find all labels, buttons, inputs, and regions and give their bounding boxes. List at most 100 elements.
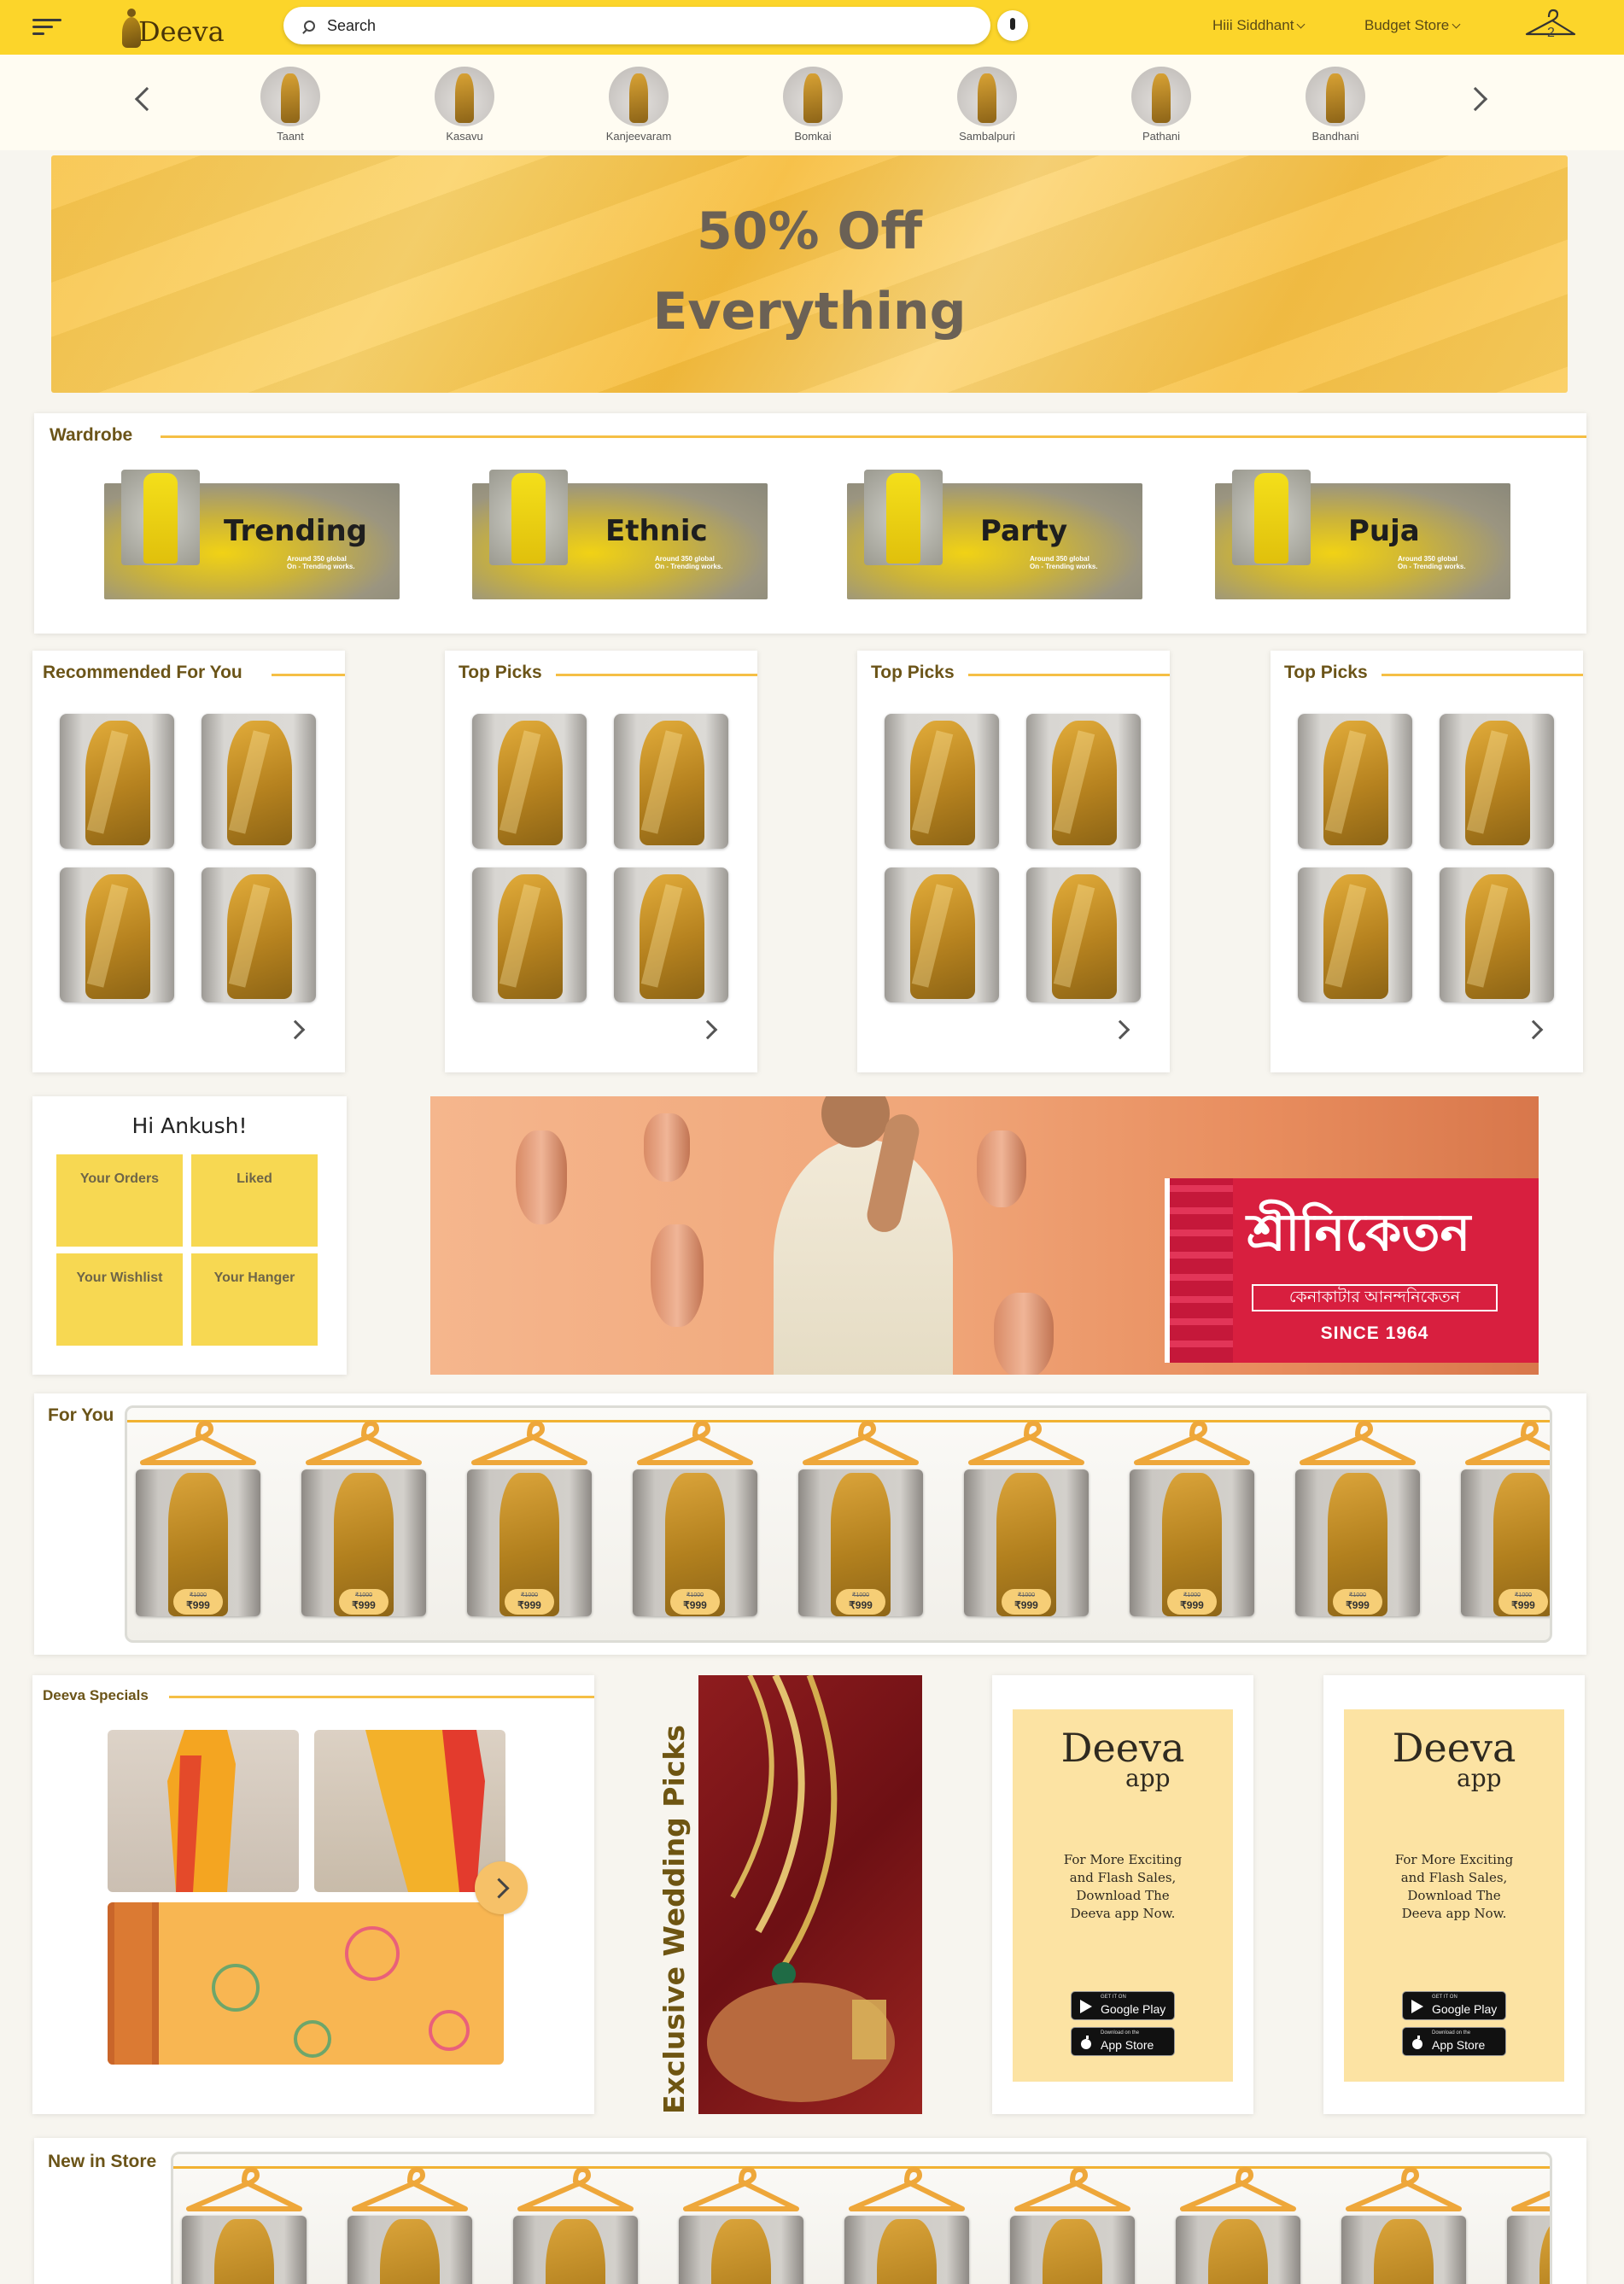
category-bomkai[interactable]: Bomkai bbox=[762, 67, 864, 143]
carousel-prev-icon[interactable] bbox=[134, 86, 160, 112]
google-play-button[interactable]: GET IT ON Google Play bbox=[1402, 1991, 1506, 2020]
chevron-down-icon bbox=[1452, 20, 1461, 29]
product-thumbnail[interactable] bbox=[1026, 867, 1141, 1002]
chevron-right-icon[interactable] bbox=[1523, 1019, 1544, 1040]
hanger-cart-button[interactable]: 2 bbox=[1523, 5, 1578, 48]
user-menu[interactable]: Hiii Siddhant bbox=[1212, 17, 1306, 34]
product-thumbnail[interactable] bbox=[1026, 714, 1141, 849]
wardrobe-caption: Around 350 global On - Trending works. bbox=[1030, 555, 1098, 570]
hanger-icon bbox=[1465, 1421, 1550, 1465]
google-play-icon bbox=[1411, 2000, 1423, 2013]
original-price: ₹1000 bbox=[1017, 1592, 1036, 1598]
top-bar: Deeva Hiii Siddhant Budget Store 2 bbox=[0, 0, 1624, 55]
product-thumbnail[interactable] bbox=[1298, 867, 1412, 1002]
chevron-right-icon[interactable] bbox=[1110, 1019, 1130, 1040]
wardrobe-label: Trending bbox=[224, 514, 368, 548]
special-product-image[interactable] bbox=[108, 1730, 299, 1892]
special-product-image[interactable] bbox=[314, 1730, 505, 1892]
price-tag: ₹1000 ₹999 bbox=[836, 1589, 885, 1615]
your-hanger-button[interactable]: Your Hanger bbox=[191, 1253, 318, 1346]
hero-subheadline: Everything bbox=[652, 282, 967, 342]
search-input[interactable] bbox=[327, 16, 925, 35]
category-label: Bomkai bbox=[794, 130, 832, 143]
carousel-next-icon[interactable] bbox=[1463, 86, 1488, 112]
top-picks-card: Top Picks bbox=[1271, 651, 1583, 1072]
sale-price: ₹999 bbox=[352, 1599, 376, 1611]
chevron-right-icon[interactable] bbox=[698, 1019, 718, 1040]
product-thumbnail[interactable] bbox=[1440, 714, 1554, 849]
product-thumbnail[interactable] bbox=[1440, 867, 1554, 1002]
wardrobe-model-image bbox=[1232, 470, 1311, 565]
app-store-button[interactable]: Download on the App Store bbox=[1071, 2027, 1175, 2056]
store-promo-banner[interactable]: শ্রীনিকেতন কেনাকাটার আনন্দনিকেতন SINCE 1… bbox=[430, 1096, 1539, 1375]
pot-illustration bbox=[651, 1224, 704, 1327]
wardrobe-puja[interactable]: Puja Around 350 global On - Trending work… bbox=[1215, 470, 1510, 599]
original-price: ₹1000 bbox=[189, 1592, 207, 1598]
product-thumbnail[interactable] bbox=[614, 714, 728, 849]
product-thumbnail bbox=[1507, 2216, 1550, 2284]
price-tag: ₹1000 ₹999 bbox=[505, 1589, 554, 1615]
category-pathani[interactable]: Pathani bbox=[1110, 67, 1212, 143]
wardrobe-label: Puja bbox=[1348, 514, 1420, 548]
product-thumbnail[interactable] bbox=[1298, 714, 1412, 849]
price-tag: ₹1000 ₹999 bbox=[173, 1589, 223, 1615]
special-product-image[interactable] bbox=[108, 1902, 504, 2065]
chevron-right-icon[interactable] bbox=[285, 1019, 306, 1040]
app-promo-card: Deeva app For More Exciting and Flash Sa… bbox=[992, 1675, 1253, 2114]
product-thumbnail bbox=[1341, 2216, 1466, 2284]
product-thumbnail[interactable] bbox=[472, 714, 587, 849]
specials-next-button[interactable] bbox=[475, 1861, 528, 1914]
brand-sign: শ্রীনিকেতন কেনাকাটার আনন্দনিকেতন SINCE 1… bbox=[1165, 1178, 1539, 1363]
app-title: Deeva bbox=[1392, 1725, 1516, 1771]
product-thumbnail[interactable] bbox=[614, 867, 728, 1002]
app-promo-card: Deeva app For More Exciting and Flash Sa… bbox=[1323, 1675, 1585, 2114]
category-sambalpuri[interactable]: Sambalpuri bbox=[936, 67, 1038, 143]
wardrobe-trending[interactable]: Trending Around 350 global On - Trending … bbox=[104, 470, 400, 599]
pot-illustration bbox=[994, 1293, 1054, 1375]
product-thumbnail[interactable] bbox=[60, 867, 174, 1002]
user-menu-label: Hiii Siddhant bbox=[1212, 17, 1294, 33]
sale-price: ₹999 bbox=[683, 1599, 707, 1611]
wardrobe-model-image bbox=[121, 470, 200, 565]
product-rack bbox=[171, 2152, 1552, 2284]
google-play-button[interactable]: GET IT ON Google Play bbox=[1071, 1991, 1175, 2020]
wardrobe-model-image bbox=[489, 470, 568, 565]
product-thumbnail[interactable] bbox=[472, 867, 587, 1002]
hanger-icon bbox=[849, 2167, 965, 2211]
product-thumbnail bbox=[513, 2216, 638, 2284]
category-label: Sambalpuri bbox=[959, 130, 1015, 143]
wardrobe-caption: Around 350 global On - Trending works. bbox=[1398, 555, 1466, 570]
microphone-icon[interactable] bbox=[997, 10, 1028, 41]
hamburger-menu-icon[interactable] bbox=[32, 19, 61, 38]
brand-logo[interactable]: Deeva bbox=[120, 5, 225, 50]
hanger-icon bbox=[186, 2167, 302, 2211]
product-thumbnail[interactable] bbox=[885, 867, 999, 1002]
card-title: Top Picks bbox=[459, 663, 542, 682]
liked-button[interactable]: Liked bbox=[191, 1154, 318, 1247]
wardrobe-ethnic[interactable]: Ethnic Around 350 global On - Trending wo… bbox=[472, 470, 768, 599]
category-taant[interactable]: Taant bbox=[239, 67, 342, 143]
category-thumbnail bbox=[435, 67, 494, 126]
sale-price: ₹999 bbox=[1180, 1599, 1204, 1611]
category-bandhani[interactable]: Bandhani bbox=[1284, 67, 1387, 143]
category-kasavu[interactable]: Kasavu bbox=[413, 67, 516, 143]
wedding-picks-image[interactable] bbox=[698, 1675, 922, 2114]
product-thumbnail bbox=[182, 2216, 307, 2284]
wardrobe-party[interactable]: Party Around 350 global On - Trending wor… bbox=[847, 470, 1142, 599]
sale-price: ₹999 bbox=[1511, 1599, 1535, 1611]
product-thumbnail[interactable] bbox=[202, 714, 316, 849]
hero-banner[interactable]: 50% Off Everything bbox=[51, 155, 1568, 393]
hanger-icon bbox=[517, 2167, 634, 2211]
app-store-button[interactable]: Download on the App Store bbox=[1402, 2027, 1506, 2056]
product-thumbnail[interactable] bbox=[202, 867, 316, 1002]
hanger-icon bbox=[803, 1421, 919, 1465]
store-menu[interactable]: Budget Store bbox=[1364, 17, 1461, 34]
section-divider bbox=[968, 674, 1170, 676]
product-thumbnail[interactable] bbox=[885, 714, 999, 849]
your-orders-button[interactable]: Your Orders bbox=[56, 1154, 183, 1247]
category-kanjeevaram[interactable]: Kanjeevaram bbox=[587, 67, 690, 143]
product-thumbnail[interactable] bbox=[60, 714, 174, 849]
hanger-icon bbox=[471, 1421, 587, 1465]
your-wishlist-button[interactable]: Your Wishlist bbox=[56, 1253, 183, 1346]
search-bar[interactable] bbox=[283, 7, 990, 44]
